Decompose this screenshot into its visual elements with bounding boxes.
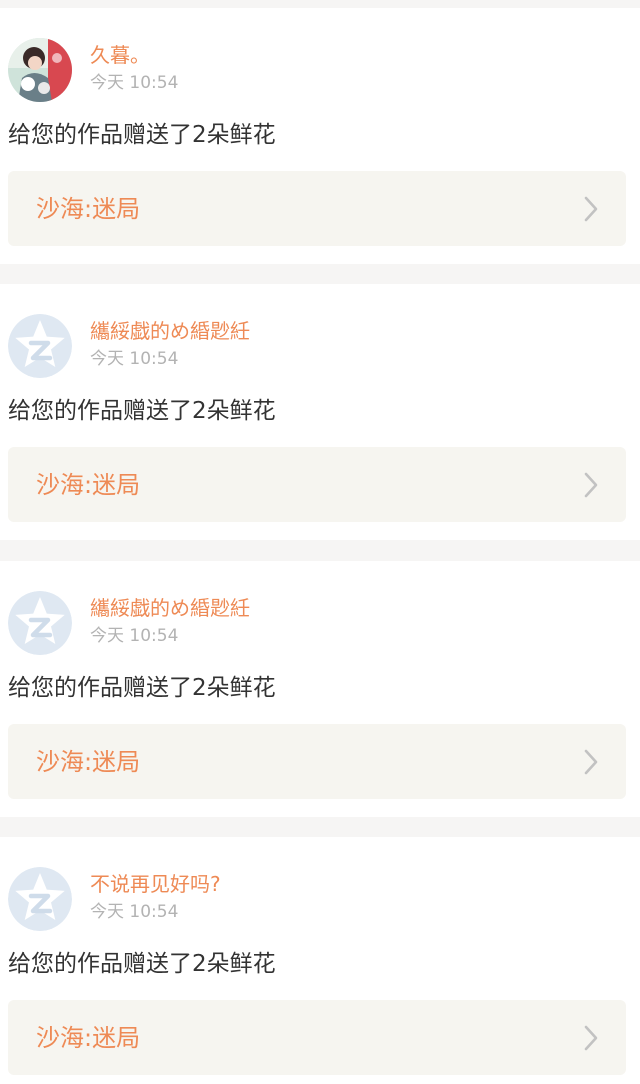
work-link[interactable]: 沙海:迷局 [8, 724, 626, 799]
chevron-right-icon [584, 472, 598, 498]
chevron-right-icon [584, 196, 598, 222]
user-avatar[interactable] [8, 867, 72, 931]
chevron-right-icon [584, 749, 598, 775]
default-star-avatar-icon [8, 314, 72, 378]
chevron-right-icon [584, 1025, 598, 1051]
default-star-avatar-icon [8, 591, 72, 655]
post-time: 今天 10:54 [90, 73, 179, 93]
notification-card: 纗綏戯的め緍尟紝 今天 10:54 给您的作品赠送了2朵鲜花 沙海:迷局 [0, 284, 640, 540]
user-photo-icon [8, 38, 72, 102]
work-link[interactable]: 沙海:迷局 [8, 171, 626, 246]
post-time: 今天 10:54 [90, 902, 179, 922]
default-star-avatar-icon [8, 867, 72, 931]
user-avatar[interactable] [8, 591, 72, 655]
user-avatar[interactable] [8, 314, 72, 378]
user-name[interactable]: 纗綏戯的め緍尟紝 [90, 318, 250, 344]
work-link[interactable]: 沙海:迷局 [8, 447, 626, 522]
work-title: 沙海:迷局 [36, 748, 141, 776]
work-title: 沙海:迷局 [36, 471, 141, 499]
notification-message: 给您的作品赠送了2朵鲜花 [8, 675, 276, 701]
user-name[interactable]: 纗綏戯的め緍尟紝 [90, 595, 250, 621]
notification-card: 久暮。 今天 10:54 给您的作品赠送了2朵鲜花 沙海:迷局 [0, 8, 640, 264]
user-name[interactable]: 不说再见好吗? [90, 871, 221, 897]
post-time: 今天 10:54 [90, 626, 179, 646]
user-avatar[interactable] [8, 38, 72, 102]
work-title: 沙海:迷局 [36, 195, 141, 223]
notification-feed: 久暮。 今天 10:54 给您的作品赠送了2朵鲜花 沙海:迷局 纗綏戯的め緍尟紝… [0, 0, 640, 1084]
notification-card: 纗綏戯的め緍尟紝 今天 10:54 给您的作品赠送了2朵鲜花 沙海:迷局 [0, 561, 640, 817]
work-title: 沙海:迷局 [36, 1024, 141, 1052]
notification-message: 给您的作品赠送了2朵鲜花 [8, 398, 276, 424]
work-link[interactable]: 沙海:迷局 [8, 1000, 626, 1075]
user-name[interactable]: 久暮。 [90, 42, 150, 68]
notification-message: 给您的作品赠送了2朵鲜花 [8, 122, 276, 148]
notification-card: 不说再见好吗? 今天 10:54 给您的作品赠送了2朵鲜花 沙海:迷局 [0, 837, 640, 1084]
notification-message: 给您的作品赠送了2朵鲜花 [8, 951, 276, 977]
post-time: 今天 10:54 [90, 349, 179, 369]
